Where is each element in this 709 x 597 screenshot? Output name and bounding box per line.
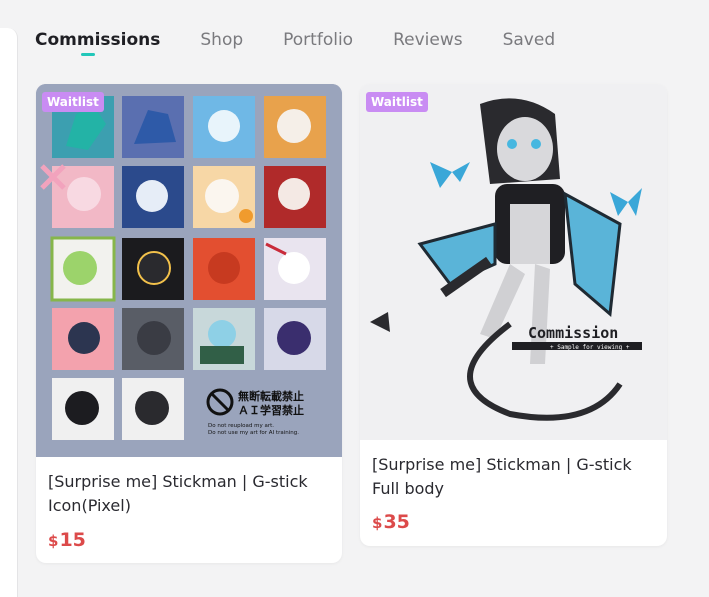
waitlist-badge: Waitlist — [42, 92, 104, 112]
commission-title[interactable]: [Surprise me] Stickman | G-stick Icon(Pi… — [48, 470, 332, 518]
price-currency: $ — [48, 532, 59, 550]
active-tab-indicator — [81, 53, 95, 56]
commission-price: $15 — [48, 529, 86, 552]
tab-saved[interactable]: Saved — [503, 30, 556, 50]
tab-shop[interactable]: Shop — [200, 30, 243, 50]
no-ai-text: ＡＩ学習禁止 — [238, 403, 304, 417]
tab-reviews[interactable]: Reviews — [393, 30, 463, 50]
price-amount: 15 — [59, 529, 86, 551]
commission-card[interactable]: 無断転載禁止 ＡＩ学習禁止 Do not reupload my art. Do… — [36, 84, 342, 563]
profile-tabs: Commissions Shop Portfolio Reviews Saved — [35, 30, 595, 60]
tab-saved-label: Saved — [502, 30, 556, 50]
tab-commissions-label: Commissions — [35, 30, 161, 50]
sample-tagline: + Sample for viewing + — [550, 344, 630, 351]
commission-price: $35 — [372, 511, 410, 534]
icon-grid-artwork: 無断転載禁止 ＡＩ学習禁止 Do not reupload my art. Do… — [36, 84, 342, 457]
tab-portfolio-label: Portfolio — [283, 30, 354, 50]
price-currency: $ — [372, 514, 383, 532]
tab-commissions[interactable]: Commissions — [35, 30, 161, 56]
commission-card[interactable]: Commission + Sample for viewing + Waitli… — [360, 84, 667, 546]
tab-portfolio[interactable]: Portfolio — [283, 30, 353, 50]
full-body-artwork: Commission + Sample for viewing + — [360, 84, 667, 440]
commission-title[interactable]: [Surprise me] Stickman | G-stick Full bo… — [372, 453, 656, 501]
notice-line-1: Do not reupload my art. — [208, 423, 274, 429]
no-repost-text: 無断転載禁止 — [238, 389, 304, 403]
commission-thumbnail[interactable]: Commission + Sample for viewing + Waitli… — [360, 84, 667, 440]
notice-line-2: Do not use my art for AI training. — [208, 430, 299, 436]
tab-shop-label: Shop — [200, 30, 244, 50]
commission-thumbnail[interactable]: 無断転載禁止 ＡＩ学習禁止 Do not reupload my art. Do… — [36, 84, 342, 457]
tab-reviews-label: Reviews — [393, 30, 463, 50]
price-amount: 35 — [383, 511, 410, 533]
waitlist-badge: Waitlist — [366, 92, 428, 112]
side-panel-edge — [0, 28, 18, 597]
commission-watermark: Commission — [528, 324, 618, 342]
